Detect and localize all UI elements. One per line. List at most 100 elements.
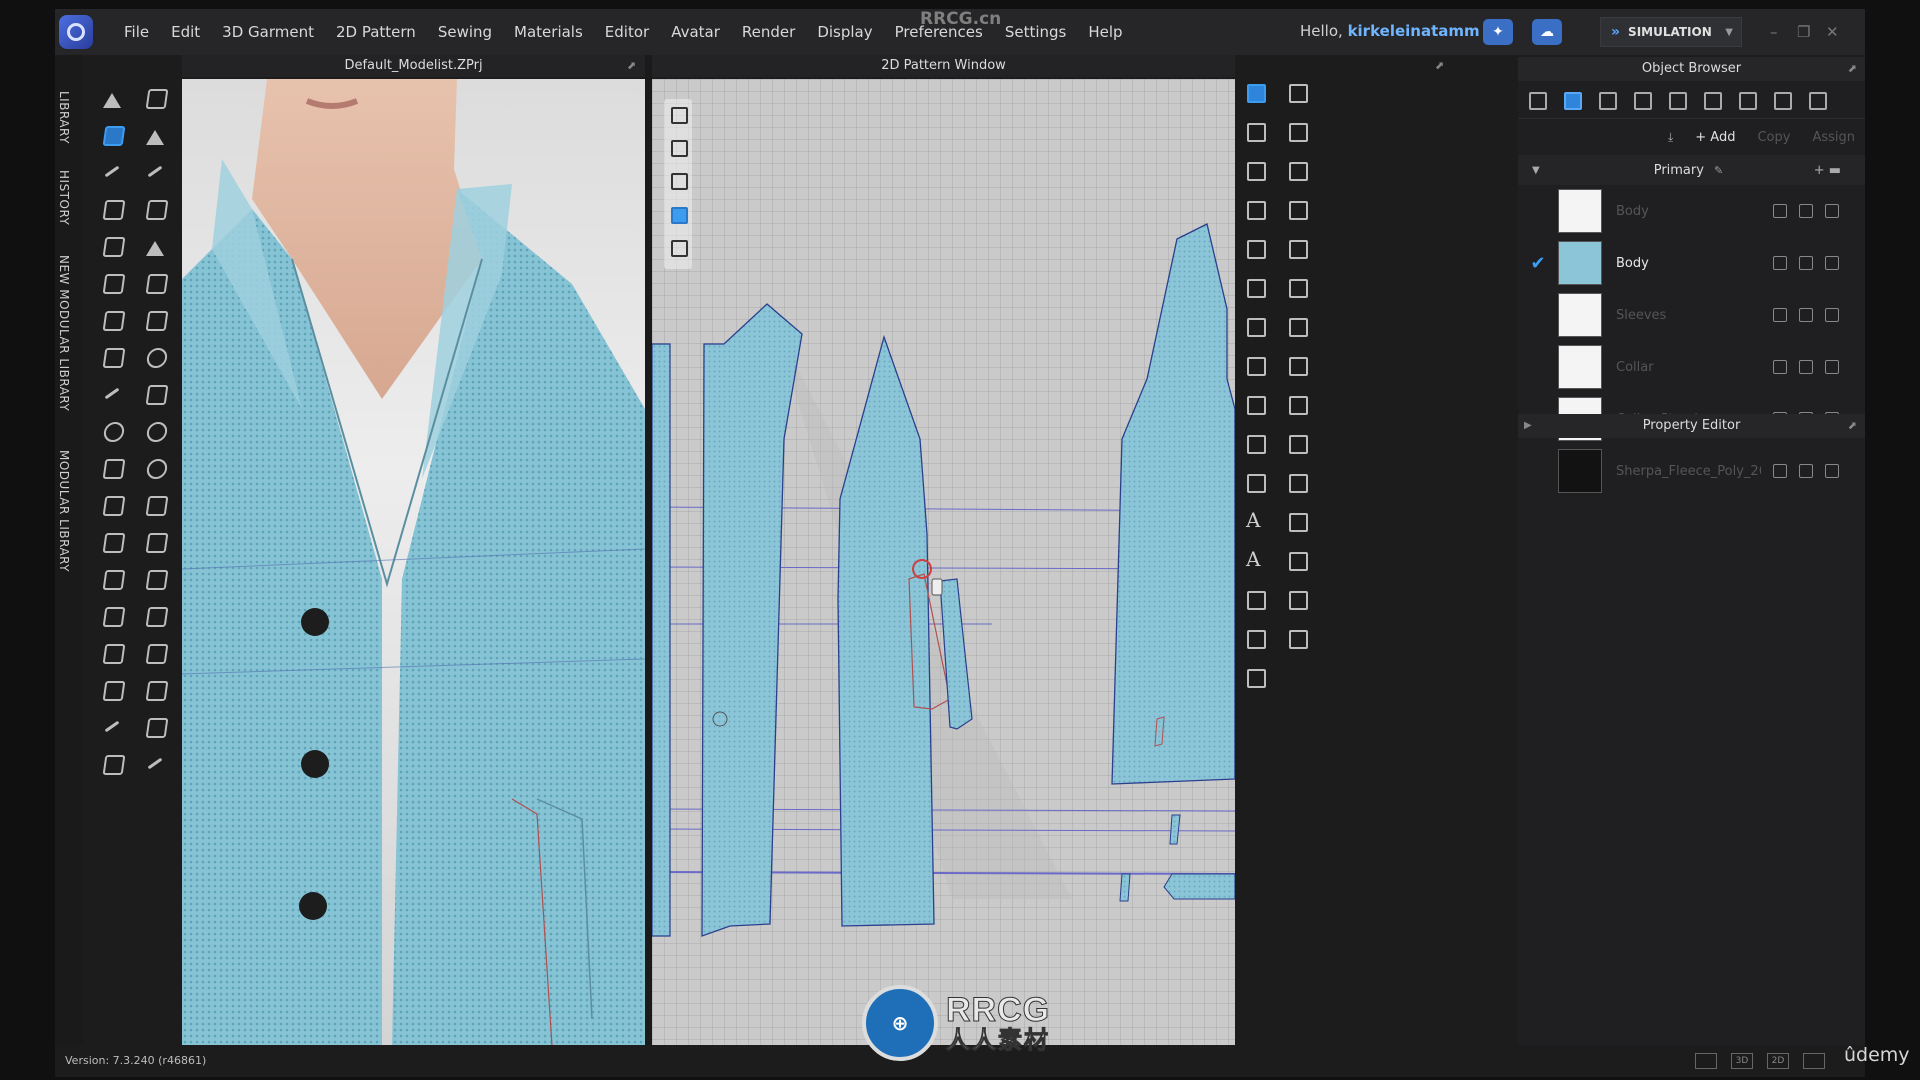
notch-icon[interactable] bbox=[1242, 391, 1268, 417]
menu-render[interactable]: Render bbox=[731, 9, 806, 55]
line-tab-icon[interactable] bbox=[1666, 89, 1688, 111]
seam-line-icon[interactable] bbox=[99, 380, 125, 406]
fold-arrange-icon[interactable] bbox=[1284, 235, 1310, 261]
curve-point-icon[interactable] bbox=[1284, 157, 1310, 183]
duplicate-icon[interactable] bbox=[1799, 464, 1813, 478]
texture-icon[interactable] bbox=[99, 343, 125, 369]
walk-icon[interactable] bbox=[142, 84, 168, 110]
stitch-tab-icon[interactable] bbox=[1736, 89, 1758, 111]
lock-icon[interactable] bbox=[142, 491, 168, 517]
arrow-move-icon[interactable] bbox=[142, 750, 168, 776]
username[interactable]: kirkeleinatamm bbox=[1348, 22, 1480, 40]
menu-editor[interactable]: Editor bbox=[594, 9, 660, 55]
info-icon[interactable] bbox=[667, 169, 689, 191]
square-icon[interactable] bbox=[142, 639, 168, 665]
app-logo-icon[interactable] bbox=[59, 15, 93, 49]
dot-icon[interactable] bbox=[142, 417, 168, 443]
pattern-piece-edge[interactable] bbox=[652, 343, 671, 937]
pattern-window[interactable] bbox=[652, 79, 1235, 1046]
brush-icon[interactable] bbox=[142, 195, 168, 221]
fabric-dart-icon[interactable] bbox=[1284, 274, 1310, 300]
pin-icon[interactable] bbox=[99, 417, 125, 443]
delete-icon[interactable] bbox=[1825, 308, 1839, 322]
view-3d-button[interactable]: 3D bbox=[1731, 1053, 1753, 1069]
menu-avatar[interactable]: Avatar bbox=[660, 9, 731, 55]
pattern-sphere-icon[interactable] bbox=[142, 454, 168, 480]
text-edit-icon[interactable]: A bbox=[1242, 547, 1268, 573]
pattern-piece-side[interactable] bbox=[837, 334, 935, 927]
close-icon[interactable]: ✕ bbox=[1826, 23, 1839, 41]
delete-icon[interactable] bbox=[1825, 360, 1839, 374]
delete-icon[interactable] bbox=[1825, 464, 1839, 478]
duplicate-icon[interactable] bbox=[1799, 308, 1813, 322]
tab-history[interactable]: HISTORY bbox=[57, 170, 71, 225]
apply-icon[interactable] bbox=[1773, 204, 1787, 218]
menu-sewing[interactable]: Sewing bbox=[427, 9, 503, 55]
sewing-seg-icon[interactable] bbox=[1242, 430, 1268, 456]
apply-icon[interactable] bbox=[1773, 308, 1787, 322]
hanger-icon[interactable] bbox=[99, 676, 125, 702]
trim-icon[interactable] bbox=[99, 565, 125, 591]
trace-icon[interactable] bbox=[1242, 352, 1268, 378]
fabric-swatch[interactable] bbox=[1558, 345, 1602, 389]
stretch-icon[interactable] bbox=[142, 306, 168, 332]
layout-icon[interactable] bbox=[1695, 1053, 1717, 1069]
transform-icon[interactable] bbox=[99, 121, 125, 147]
zigzag-icon[interactable] bbox=[1284, 547, 1310, 573]
zipper-icon[interactable] bbox=[142, 528, 168, 554]
edit-segment-icon[interactable] bbox=[1284, 118, 1310, 144]
fold-icon[interactable] bbox=[99, 232, 125, 258]
tab-library[interactable]: LIBRARY bbox=[57, 91, 71, 144]
apply-icon[interactable] bbox=[1773, 256, 1787, 270]
dart-icon[interactable] bbox=[1242, 313, 1268, 339]
pattern-piece-front[interactable] bbox=[701, 303, 803, 937]
duplicate-icon[interactable] bbox=[1799, 256, 1813, 270]
polygon-icon[interactable] bbox=[1242, 235, 1268, 261]
pleat-icon[interactable] bbox=[1284, 313, 1310, 339]
gather-icon[interactable] bbox=[1284, 352, 1310, 378]
panel-icon[interactable] bbox=[142, 602, 168, 628]
cloud-icon[interactable]: ☁ bbox=[1532, 19, 1562, 45]
fabric-swatch[interactable] bbox=[1558, 449, 1602, 493]
tape-icon[interactable] bbox=[99, 750, 125, 776]
fabric-swatch[interactable] bbox=[1558, 293, 1602, 337]
jacket-icon[interactable] bbox=[99, 528, 125, 554]
menu-help[interactable]: Help bbox=[1077, 9, 1133, 55]
list-icon[interactable] bbox=[1526, 89, 1548, 111]
pattern-piece-back[interactable] bbox=[1111, 223, 1235, 785]
edit-curve-icon[interactable] bbox=[1242, 157, 1268, 183]
fabric-tab-icon[interactable] bbox=[1561, 89, 1583, 111]
minimize-icon[interactable]: – bbox=[1770, 23, 1778, 41]
apply-icon[interactable] bbox=[1773, 360, 1787, 374]
coat-button[interactable] bbox=[299, 892, 327, 920]
small-piece[interactable] bbox=[1119, 873, 1131, 902]
menu-materials[interactable]: Materials bbox=[503, 9, 594, 55]
group-add-delete-icons[interactable]: + ▬ bbox=[1814, 163, 1841, 178]
apply-icon[interactable] bbox=[1773, 464, 1787, 478]
edit-pencil-icon[interactable]: ✎ bbox=[1714, 164, 1723, 177]
grid-2d-icon[interactable] bbox=[1284, 625, 1310, 651]
button-tool-icon[interactable] bbox=[99, 602, 125, 628]
fabric-swatch[interactable] bbox=[1558, 241, 1602, 285]
maximize-icon[interactable]: ❐ bbox=[1797, 23, 1810, 41]
duplicate-icon[interactable] bbox=[1799, 360, 1813, 374]
popout-3d-icon[interactable]: ⬈ bbox=[627, 59, 636, 72]
fabric-row[interactable]: Sherpa_Fleece_Poly_265 bbox=[1518, 445, 1865, 497]
measure-icon[interactable] bbox=[99, 713, 125, 739]
trim-tab-icon[interactable] bbox=[1771, 89, 1793, 111]
rectangle-icon[interactable] bbox=[1242, 196, 1268, 222]
slash-spread-icon[interactable] bbox=[1284, 196, 1310, 222]
refresh-icon[interactable] bbox=[1803, 1053, 1825, 1069]
viewport-3d[interactable] bbox=[182, 79, 645, 1046]
view-2d-button[interactable]: 2D bbox=[1767, 1053, 1789, 1069]
sew-icon[interactable] bbox=[142, 269, 168, 295]
connect-icon[interactable]: ✦ bbox=[1483, 19, 1513, 45]
tape-2d-icon[interactable] bbox=[1284, 586, 1310, 612]
viewport-splitter[interactable] bbox=[645, 57, 652, 1047]
gradient-square-icon[interactable] bbox=[142, 713, 168, 739]
layer-icon[interactable] bbox=[142, 676, 168, 702]
text-tool-icon[interactable]: A bbox=[1242, 508, 1268, 534]
move-pattern-icon[interactable] bbox=[1284, 79, 1310, 105]
add-button[interactable]: + Add bbox=[1695, 130, 1735, 145]
fit-icon[interactable] bbox=[99, 454, 125, 480]
